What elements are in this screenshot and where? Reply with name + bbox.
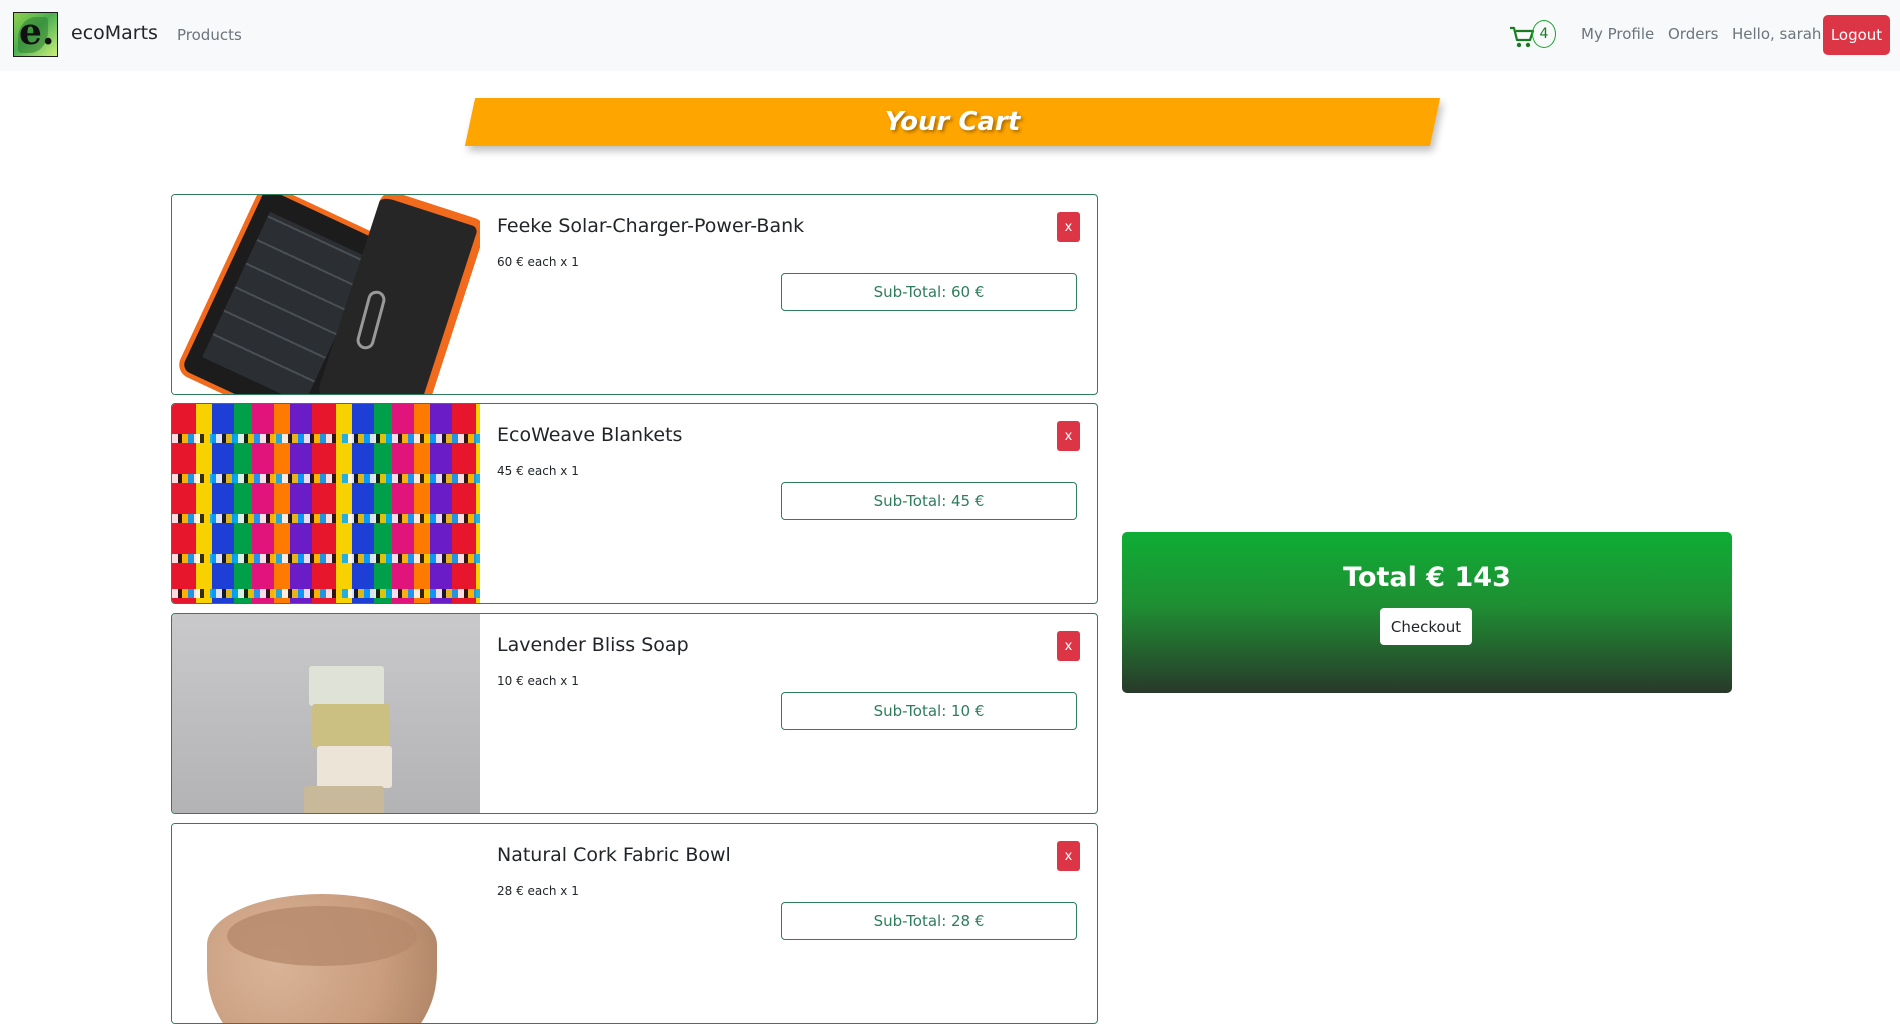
user-greeting: Hello, sarah [1732, 25, 1822, 43]
item-name: Lavender Bliss Soap [497, 634, 689, 656]
brand-logo[interactable]: e. [13, 12, 58, 57]
cart-icon[interactable] [1509, 24, 1535, 50]
item-subtotal: Sub-Total: 45 € [781, 482, 1077, 520]
cart-item: Feeke Solar-Charger-Power-Bank 60 € each… [171, 194, 1098, 395]
checkout-button[interactable]: Checkout [1380, 608, 1472, 645]
order-total: Total € 143 [1343, 562, 1511, 593]
item-price: 60 € each x 1 [497, 255, 579, 269]
cart-item: EcoWeave Blankets 45 € each x 1 x Sub-To… [171, 403, 1098, 604]
product-image-soap [172, 614, 480, 813]
order-total-panel: Total € 143 Checkout [1122, 532, 1732, 693]
item-subtotal: Sub-Total: 28 € [781, 902, 1077, 940]
brand-name[interactable]: ecoMarts [71, 22, 158, 44]
nav-my-profile-link[interactable]: My Profile [1581, 25, 1654, 43]
item-name: Feeke Solar-Charger-Power-Bank [497, 215, 805, 237]
logout-button[interactable]: Logout [1823, 15, 1890, 55]
remove-item-button[interactable]: x [1057, 212, 1080, 242]
remove-item-button[interactable]: x [1057, 631, 1080, 661]
item-price: 45 € each x 1 [497, 464, 579, 478]
product-image-cork-bowl [172, 824, 480, 1023]
product-image-blankets [172, 404, 480, 603]
nav-orders-link[interactable]: Orders [1668, 25, 1718, 43]
remove-item-button[interactable]: x [1057, 841, 1080, 871]
item-subtotal: Sub-Total: 10 € [781, 692, 1077, 730]
cart-item: Natural Cork Fabric Bowl 28 € each x 1 x… [171, 823, 1098, 1024]
item-name: Natural Cork Fabric Bowl [497, 844, 731, 866]
item-name: EcoWeave Blankets [497, 424, 683, 446]
remove-item-button[interactable]: x [1057, 421, 1080, 451]
cart-count-badge[interactable]: 4 [1532, 20, 1556, 48]
nav-products-link[interactable]: Products [177, 26, 242, 44]
item-price: 10 € each x 1 [497, 674, 579, 688]
product-image-solar-power-bank [172, 195, 480, 394]
page-title: Your Cart [884, 107, 1021, 137]
item-price: 28 € each x 1 [497, 884, 579, 898]
cart-item: Lavender Bliss Soap 10 € each x 1 x Sub-… [171, 613, 1098, 814]
item-subtotal: Sub-Total: 60 € [781, 273, 1077, 311]
navbar: e. ecoMarts Products 4 My Profile Orders… [0, 0, 1900, 71]
